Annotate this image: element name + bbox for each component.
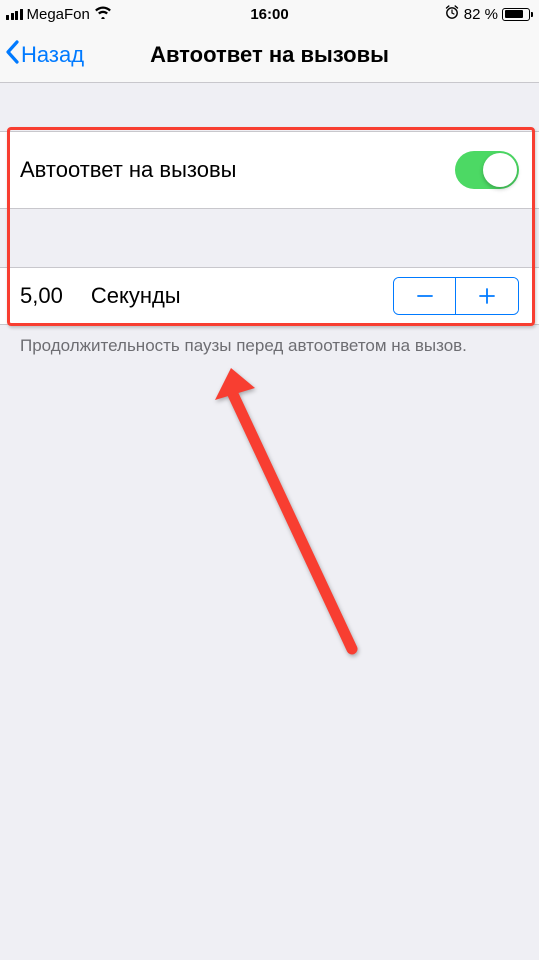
wifi-icon [94, 5, 112, 23]
delay-value: 5,00 [20, 283, 63, 309]
delay-footer-text: Продолжительность паузы перед автоответо… [0, 325, 539, 358]
delay-unit-label: Секунды [91, 283, 181, 309]
battery-percent-label: 82 % [464, 6, 498, 23]
page-title: Автоответ на вызовы [150, 42, 389, 68]
status-time: 16:00 [250, 6, 288, 23]
settings-group: Автоответ на вызовы 5,00 Секунды Продолж… [0, 131, 539, 358]
status-right: 82 % [444, 4, 533, 24]
stepper-increment-button[interactable] [456, 278, 518, 314]
auto-answer-row: Автоответ на вызовы [0, 131, 539, 209]
status-bar: MegaFon 16:00 82 % [0, 0, 539, 28]
auto-answer-label: Автоответ на вызовы [20, 157, 236, 183]
chevron-left-icon [4, 40, 20, 70]
battery-icon [502, 8, 533, 21]
delay-stepper [393, 277, 519, 315]
alarm-icon [444, 4, 460, 24]
nav-bar: Назад Автоответ на вызовы [0, 28, 539, 83]
status-left: MegaFon [6, 5, 112, 23]
toggle-knob [483, 153, 517, 187]
cellular-signal-icon [6, 8, 23, 20]
carrier-label: MegaFon [27, 6, 90, 23]
auto-answer-toggle[interactable] [455, 151, 519, 189]
back-label: Назад [21, 42, 84, 68]
content: Автоответ на вызовы 5,00 Секунды Продолж… [0, 83, 539, 358]
back-button[interactable]: Назад [4, 40, 84, 70]
stepper-decrement-button[interactable] [394, 278, 456, 314]
annotation-arrow-icon [207, 366, 367, 666]
delay-row: 5,00 Секунды [0, 267, 539, 325]
group-spacer [0, 209, 539, 267]
